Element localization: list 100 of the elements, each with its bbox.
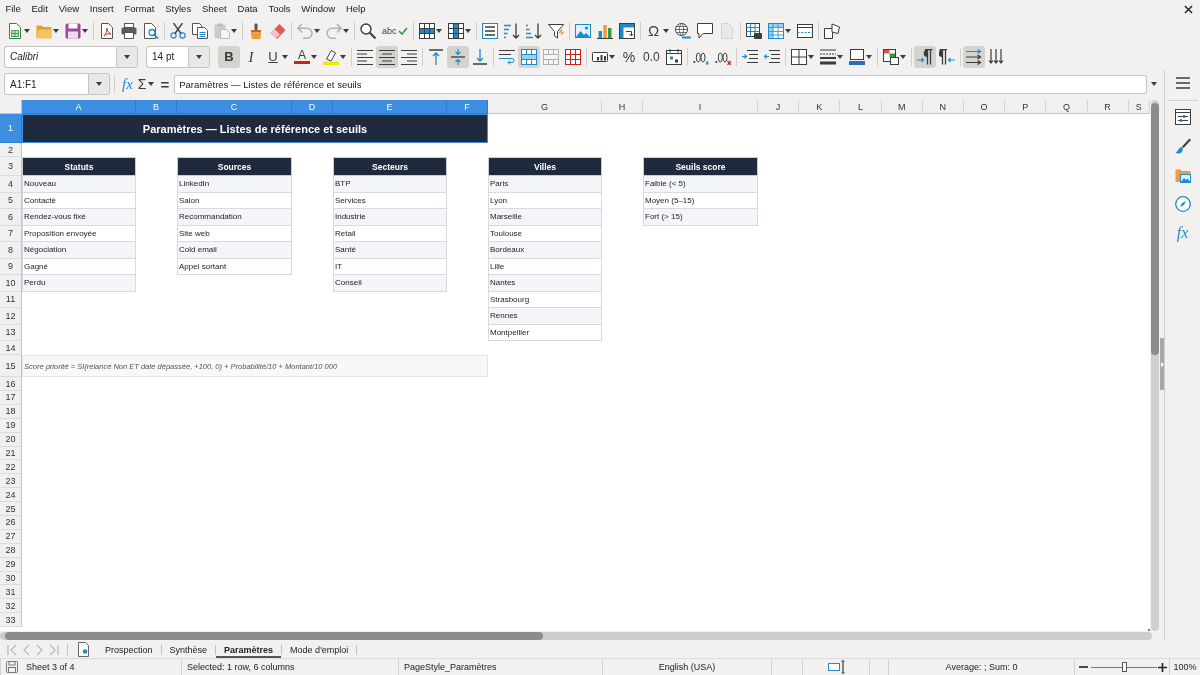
row-header[interactable]: 24 — [0, 488, 22, 503]
formula-button[interactable]: = — [156, 74, 174, 94]
row-header[interactable]: 10 — [0, 275, 22, 292]
horizontal-text-button[interactable] — [962, 45, 985, 68]
title-cell[interactable]: Paramètres — Listes de référence et seuils — [22, 114, 488, 143]
merge-center-button[interactable] — [518, 45, 540, 68]
left-to-right-button[interactable] — [913, 45, 936, 68]
menu-item[interactable]: View — [53, 1, 85, 17]
header-cell[interactable]: Villes — [488, 157, 602, 176]
special-character-button[interactable]: Ω — [642, 19, 672, 42]
row-header[interactable]: 32 — [0, 599, 22, 614]
number-format-button[interactable]: 0.0 — [640, 45, 663, 68]
vertical-scrollbar[interactable] — [1151, 100, 1159, 631]
menu-item[interactable]: Styles — [159, 1, 197, 17]
row-header[interactable]: 2 — [0, 143, 22, 157]
sum-button[interactable]: Σ — [135, 74, 157, 94]
name-box-field[interactable]: A1:F1 — [4, 73, 88, 95]
table-cell[interactable]: Nantes — [488, 275, 602, 292]
menu-item[interactable]: Format — [119, 1, 160, 17]
column-header[interactable]: L — [840, 100, 882, 114]
center-vertically-button[interactable] — [447, 45, 469, 68]
zoom-in-button[interactable] — [1158, 662, 1167, 672]
header-cell[interactable]: Seuils score — [643, 157, 758, 176]
table-cell[interactable]: Conseil — [333, 275, 447, 292]
row-header[interactable]: 25 — [0, 502, 22, 516]
table-cell[interactable]: Rennes — [488, 308, 602, 325]
column-header[interactable]: M — [881, 100, 923, 114]
row-header[interactable]: 4 — [0, 176, 22, 193]
table-cell[interactable]: Santé — [333, 242, 447, 259]
table-cell[interactable]: LinkedIn — [177, 176, 292, 193]
row-header[interactable]: 8 — [0, 242, 22, 259]
row-header[interactable]: 14 — [0, 341, 22, 355]
sheet-tab[interactable]: Synthèse — [161, 641, 216, 658]
scrollbar-thumb[interactable] — [5, 632, 543, 640]
table-cell[interactable]: BTP — [333, 176, 447, 193]
table-cell[interactable]: Recommandation — [177, 209, 292, 226]
table-cell[interactable]: Perdu — [22, 275, 136, 292]
underline-button[interactable]: U — [262, 45, 291, 68]
table-cell[interactable]: Marseille — [488, 209, 602, 226]
column-header[interactable]: J — [758, 100, 800, 114]
row-header[interactable]: 33 — [0, 613, 22, 628]
row-header[interactable]: 3 — [0, 157, 22, 176]
italic-button[interactable]: I — [240, 45, 262, 68]
slider-thumb[interactable] — [1121, 662, 1127, 672]
menu-item[interactable]: Help — [340, 1, 371, 17]
font-color-button[interactable]: A — [291, 45, 320, 68]
row-header[interactable]: 31 — [0, 585, 22, 600]
sheet-tab[interactable]: Mode d'emploi — [282, 641, 357, 658]
row-header[interactable]: 15 — [0, 355, 22, 377]
table-cell[interactable]: Nouveau — [22, 176, 136, 193]
dropdown-button[interactable] — [188, 45, 210, 68]
column-header[interactable]: G — [488, 100, 602, 114]
column-header[interactable]: I — [643, 100, 758, 114]
row-header[interactable]: 22 — [0, 460, 22, 475]
column-header[interactable]: P — [1005, 100, 1047, 114]
font-size-field[interactable]: 14 pt — [146, 45, 188, 68]
column-header[interactable]: H — [602, 100, 643, 114]
formula-input-field[interactable]: Paramètres — Listes de référence et seuils — [174, 74, 1147, 94]
column-header[interactable]: S — [1128, 100, 1150, 114]
header-cell[interactable]: Sources — [177, 157, 292, 176]
menu-item[interactable]: Sheet — [196, 1, 233, 17]
column-header[interactable]: Q — [1046, 100, 1088, 114]
menu-item[interactable]: Edit — [26, 1, 54, 17]
percent-format-button[interactable]: % — [618, 45, 640, 68]
row-header[interactable]: 26 — [0, 516, 22, 530]
column-header[interactable]: K — [799, 100, 841, 114]
align-center-button[interactable] — [376, 45, 398, 68]
menu-item[interactable]: Tools — [263, 1, 296, 17]
dropdown-button[interactable] — [88, 73, 110, 95]
table-cell[interactable]: Bordeaux — [488, 242, 602, 259]
scrollbar-thumb[interactable] — [1151, 103, 1159, 355]
menu-item[interactable]: Window — [295, 1, 341, 17]
sheet-tab[interactable]: Paramètres — [216, 641, 282, 658]
row-header[interactable]: 23 — [0, 474, 22, 489]
spelling-button[interactable]: abc — [379, 19, 411, 42]
horizontal-scrollbar[interactable] — [0, 632, 1152, 640]
row-header[interactable]: 17 — [0, 391, 22, 405]
table-cell[interactable]: Fort (> 15) — [643, 209, 758, 226]
row-header[interactable]: 12 — [0, 308, 22, 325]
row-header[interactable]: 16 — [0, 377, 22, 391]
table-cell[interactable]: Négociation — [22, 242, 136, 259]
header-cell[interactable]: Secteurs — [333, 157, 447, 176]
table-cell[interactable]: Cold email — [177, 242, 292, 259]
table-cell[interactable]: Faible (< 5) — [643, 176, 758, 193]
table-cell[interactable]: Paris — [488, 176, 602, 193]
menu-item[interactable]: Data — [232, 1, 263, 17]
dropdown-button[interactable] — [116, 45, 138, 68]
table-cell[interactable]: Rendez-vous fixé — [22, 209, 136, 226]
sidebar-handle[interactable] — [1160, 338, 1164, 390]
column-header[interactable]: O — [963, 100, 1006, 114]
add-sheet-button[interactable] — [75, 642, 91, 657]
menu-item[interactable]: Insert — [84, 1, 119, 17]
bold-button[interactable]: B — [218, 45, 240, 68]
zoom-slider[interactable] — [1091, 662, 1157, 672]
font-name-field[interactable]: Calibri — [4, 45, 116, 68]
column-header[interactable]: R — [1087, 100, 1129, 114]
menu-item[interactable]: File — [0, 1, 27, 17]
row-header[interactable]: 6 — [0, 209, 22, 226]
column-header[interactable]: N — [922, 100, 964, 114]
sheet-tab[interactable]: Prospection — [97, 641, 161, 658]
